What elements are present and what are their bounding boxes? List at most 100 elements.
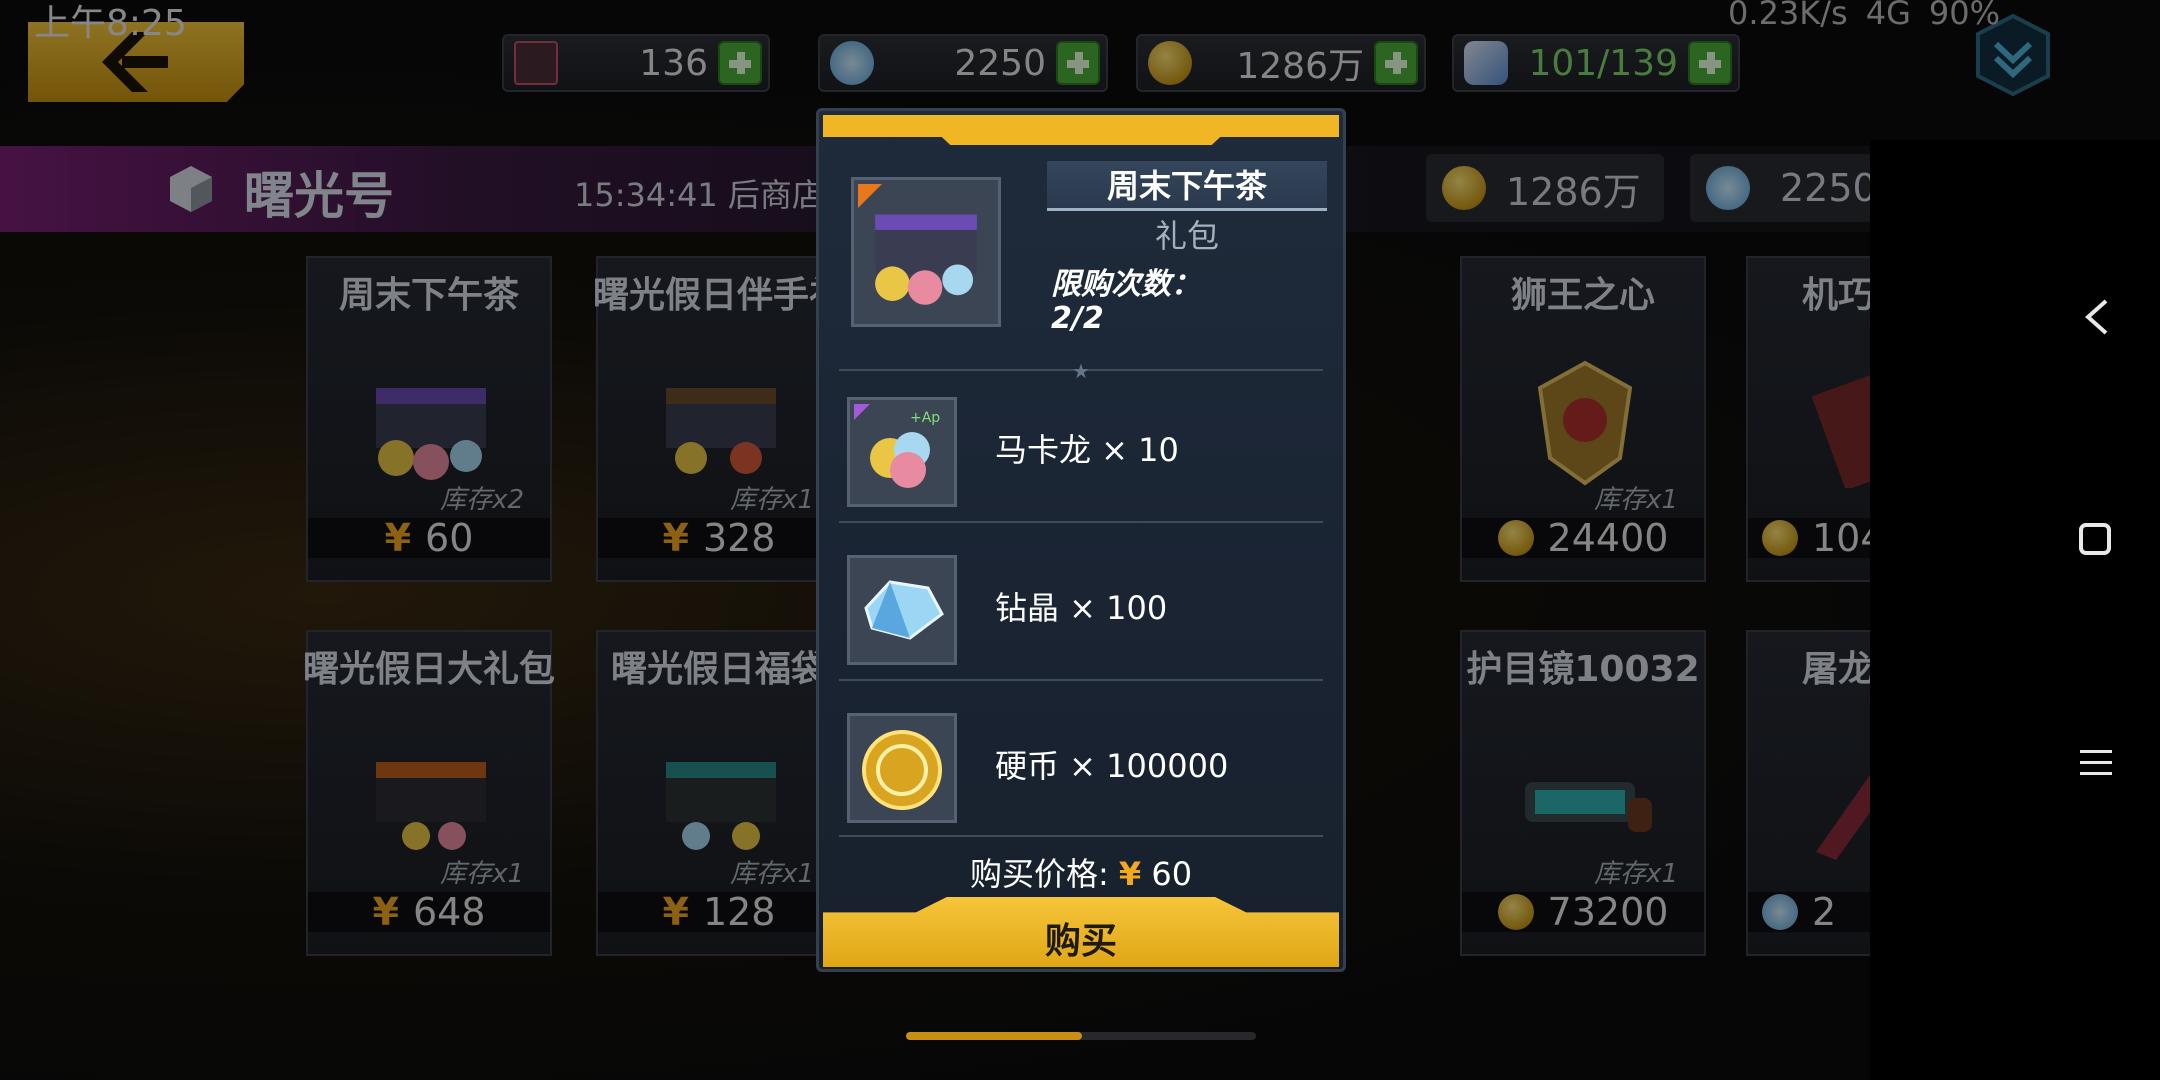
diamond-icon bbox=[1762, 894, 1798, 930]
ap-tag: +Ap bbox=[910, 410, 940, 426]
item-name: 狮王之心 bbox=[1510, 275, 1655, 316]
item-price-value: 648 bbox=[412, 890, 486, 934]
item-price-value: 328 bbox=[702, 516, 776, 560]
item-stock: 库存x1 bbox=[730, 485, 814, 515]
item-name: 周末下午茶 bbox=[338, 275, 519, 316]
shop-item-card[interactable]: 狮王之心 库存x1 24400 bbox=[1460, 256, 1706, 582]
buy-button[interactable]: 购买 bbox=[823, 897, 1339, 967]
shop-diamonds-value: 2250 bbox=[1780, 166, 1877, 210]
item-price-value: 2 bbox=[1812, 890, 1837, 934]
yen-icon: ¥ bbox=[662, 516, 689, 560]
signal-label: 4G bbox=[1865, 0, 1911, 32]
item-stock: 库存x1 bbox=[730, 859, 814, 889]
energy-value: 101/139 bbox=[1528, 42, 1678, 84]
item-price: 24400 bbox=[1462, 516, 1704, 560]
gift-chest-icon bbox=[376, 762, 486, 850]
yen-icon: ¥ bbox=[384, 516, 412, 560]
item-stock: 库存x1 bbox=[1594, 859, 1678, 889]
purchase-price: 购买价格: ¥ 60 bbox=[819, 849, 1343, 895]
scrollbar[interactable] bbox=[906, 1032, 1256, 1040]
game-shop-screen: 上午8:25 0.23K/s 4G 90% 136 2250 1286万 101… bbox=[0, 0, 2160, 1080]
divider bbox=[839, 835, 1323, 837]
item-price-value: 24400 bbox=[1547, 516, 1669, 560]
shop-item-card[interactable]: 周末下午茶 库存x2 ¥60 bbox=[306, 256, 552, 582]
gift-chest-icon bbox=[666, 388, 776, 474]
coin-icon bbox=[1497, 520, 1534, 556]
item-name: 曙光假日大礼包 bbox=[302, 649, 555, 690]
goggles-icon bbox=[1525, 782, 1652, 832]
reward-item-coin: 硬币 × 100000 bbox=[839, 695, 1329, 845]
scrollbar-thumb[interactable] bbox=[906, 1032, 1082, 1040]
shop-coins-value: 1286万 bbox=[1506, 169, 1641, 214]
shop-item-card[interactable]: 曙光假日大礼包 库存x1 ¥648 bbox=[303, 630, 555, 956]
divider bbox=[839, 679, 1323, 681]
reward-label: 马卡龙 × 10 bbox=[995, 431, 1179, 469]
battery-level: 90% bbox=[1928, 0, 2000, 32]
cube-icon bbox=[170, 166, 212, 212]
item-price: ¥60 bbox=[308, 516, 550, 560]
diamond-icon bbox=[1706, 166, 1750, 210]
price-label: 购买价格: bbox=[969, 855, 1109, 893]
add-coins-button[interactable] bbox=[1374, 41, 1418, 85]
rarity-corner-icon bbox=[858, 184, 882, 208]
gift-chest-icon bbox=[666, 762, 776, 850]
item-price: ¥328 bbox=[598, 516, 840, 560]
dialog-top-notch bbox=[929, 125, 1233, 145]
system-nav-bar bbox=[1870, 140, 2160, 1080]
currency-energy: 101/139 bbox=[1452, 34, 1740, 92]
item-stock: 库存x1 bbox=[440, 859, 524, 889]
yen-icon: ¥ bbox=[372, 890, 399, 934]
status-time: 上午8:25 bbox=[34, 3, 187, 44]
macaron-icon: +Ap bbox=[847, 397, 957, 507]
coin-icon bbox=[1762, 520, 1798, 556]
item-price: ¥648 bbox=[308, 890, 550, 934]
item-price: 73200 bbox=[1462, 890, 1704, 934]
yen-icon: ¥ bbox=[662, 890, 689, 934]
pack-type: 礼包 bbox=[1154, 217, 1219, 255]
gift-pack-icon bbox=[851, 177, 1001, 327]
divider bbox=[839, 521, 1323, 523]
item-stock: 库存x1 bbox=[1594, 485, 1678, 515]
coin-icon bbox=[1148, 41, 1192, 85]
shop-coins: 1286万 bbox=[1426, 154, 1664, 222]
energy-icon bbox=[1464, 41, 1508, 85]
reward-label: 硬币 × 100000 bbox=[995, 747, 1229, 785]
purchase-dialog: 周末下午茶 礼包 限购次数： 2/2 ★ +Ap 马卡龙 × 10 钻晶 × 1… bbox=[816, 108, 1346, 972]
item-price-value: 73200 bbox=[1547, 890, 1669, 934]
ticket-icon bbox=[514, 41, 558, 85]
status-indicators: 0.23K/s 4G 90% bbox=[1728, 0, 2000, 32]
shop-item-card[interactable]: 护目镜10032 库存x1 73200 bbox=[1460, 630, 1706, 956]
item-stock: 库存x2 bbox=[440, 485, 524, 515]
network-speed: 0.23K/s bbox=[1728, 0, 1848, 32]
shop-title: 曙光号 bbox=[244, 167, 394, 225]
item-price-value: 128 bbox=[702, 890, 776, 934]
price-value: 60 bbox=[1151, 855, 1193, 893]
shop-item-card[interactable]: 曙光假日福袋 库存x1 ¥128 bbox=[596, 630, 842, 956]
shop-item-card[interactable]: 曙光假日伴手礼 库存x1 ¥328 bbox=[593, 256, 845, 582]
purchase-limit-value: 2/2 bbox=[1051, 301, 1104, 336]
purchase-limit-label: 限购次数： bbox=[1051, 267, 1201, 302]
diamond-crystal-icon bbox=[847, 555, 957, 665]
gold-coin-icon bbox=[847, 713, 957, 823]
nav-home-icon[interactable] bbox=[2078, 522, 2112, 556]
currency-coins: 1286万 bbox=[1136, 34, 1426, 92]
gift-chest-icon bbox=[376, 388, 486, 480]
coin-icon bbox=[1497, 894, 1534, 930]
add-diamonds-button[interactable] bbox=[1056, 41, 1100, 85]
coins-value: 1286万 bbox=[1236, 46, 1364, 87]
item-name: 护目镜10032 bbox=[1466, 649, 1700, 690]
reward-label: 钻晶 × 100 bbox=[995, 589, 1168, 627]
add-energy-button[interactable] bbox=[1688, 41, 1732, 85]
item-price-value: 60 bbox=[425, 516, 474, 560]
currency-diamonds: 2250 bbox=[818, 34, 1108, 92]
diamonds-value: 2250 bbox=[954, 42, 1046, 84]
diamond-icon bbox=[830, 41, 874, 85]
reward-item-macaron: +Ap 马卡龙 × 10 bbox=[839, 379, 1329, 529]
add-tickets-button[interactable] bbox=[718, 41, 762, 85]
nav-back-icon[interactable] bbox=[2082, 298, 2112, 336]
item-price: ¥128 bbox=[598, 890, 840, 934]
tickets-value: 136 bbox=[639, 42, 708, 84]
nav-menu-icon[interactable] bbox=[2080, 748, 2112, 778]
coin-icon bbox=[1442, 166, 1486, 210]
reward-item-diamond: 钻晶 × 100 bbox=[839, 537, 1329, 687]
